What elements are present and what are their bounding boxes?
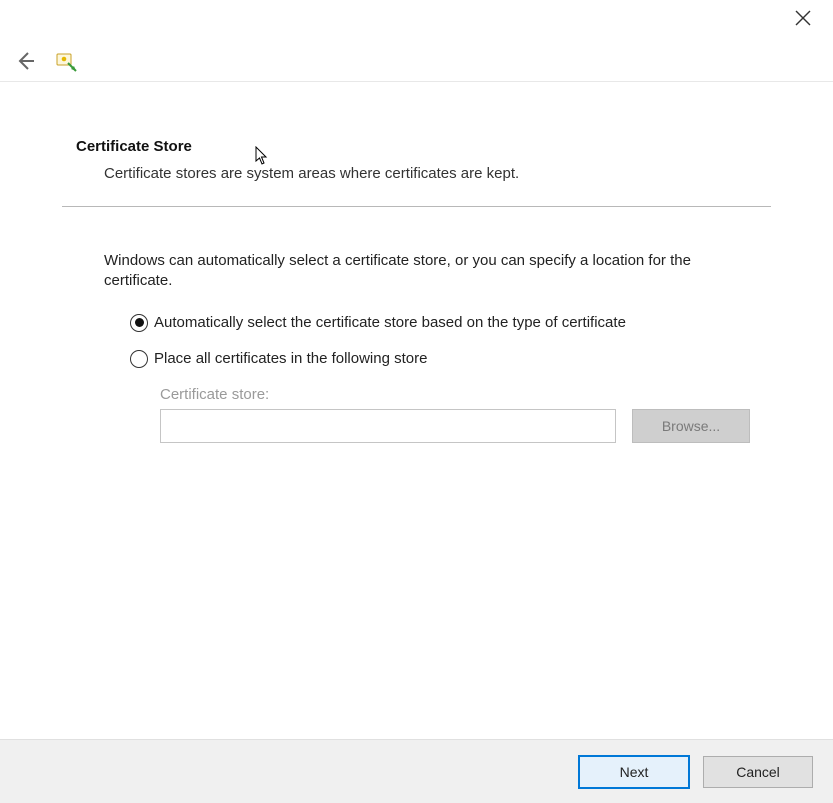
titlebar	[0, 0, 833, 40]
close-icon[interactable]	[791, 10, 815, 31]
certificate-store-input	[160, 409, 616, 443]
browse-button: Browse...	[632, 409, 750, 443]
radio-label: Automatically select the certificate sto…	[154, 314, 626, 331]
back-icon[interactable]	[14, 50, 36, 72]
wizard-footer: Next Cancel	[0, 739, 833, 803]
body-paragraph: Windows can automatically select a certi…	[104, 251, 761, 292]
divider	[62, 206, 771, 207]
certificate-wizard-icon	[54, 49, 78, 73]
radio-icon	[130, 350, 148, 368]
radio-auto-select[interactable]: Automatically select the certificate sto…	[130, 314, 771, 332]
certificate-store-label: Certificate store:	[160, 386, 771, 403]
radio-icon	[130, 314, 148, 332]
navbar	[0, 40, 833, 82]
radio-place-all[interactable]: Place all certificates in the following …	[130, 350, 771, 368]
radio-group: Automatically select the certificate sto…	[130, 314, 771, 368]
certificate-store-block: Certificate store: Browse...	[160, 386, 771, 443]
wizard-content: Certificate Store Certificate stores are…	[0, 82, 833, 443]
cancel-button[interactable]: Cancel	[703, 756, 813, 788]
next-button[interactable]: Next	[579, 756, 689, 788]
radio-label: Place all certificates in the following …	[154, 350, 427, 367]
page-subheading: Certificate stores are system areas wher…	[104, 165, 771, 182]
page-heading: Certificate Store	[76, 138, 771, 155]
